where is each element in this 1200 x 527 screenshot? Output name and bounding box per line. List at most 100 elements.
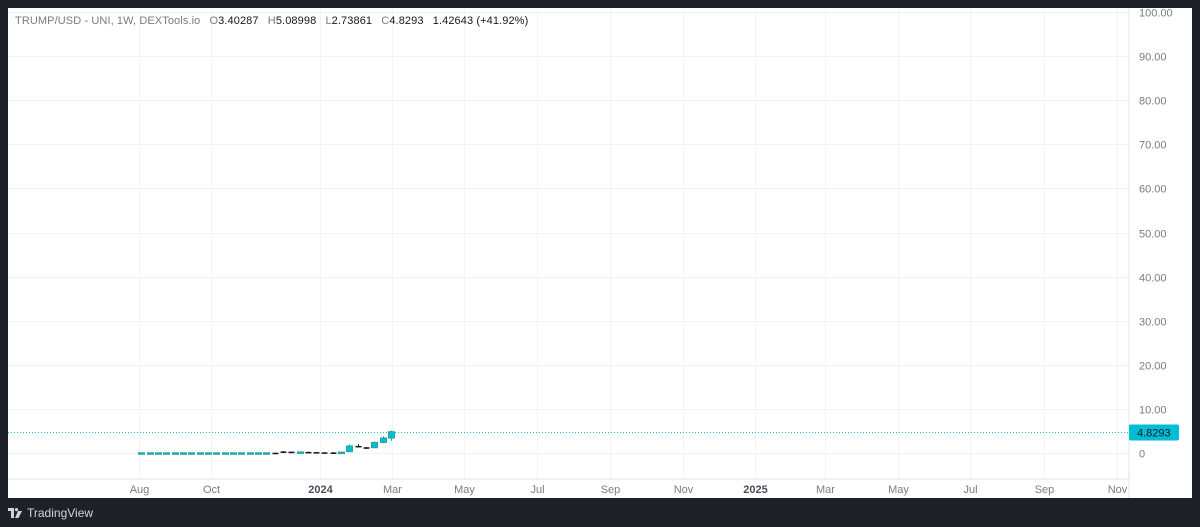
candle-body: [213, 452, 220, 455]
candle-body: [280, 451, 287, 453]
candle-body: [313, 452, 320, 454]
y-tick-label: 20.00: [1139, 361, 1167, 373]
candle-body: [255, 452, 262, 455]
candle[interactable]: [155, 452, 162, 455]
y-tick-label: 60.00: [1139, 184, 1167, 196]
last-price-tag: 4.8293: [1129, 424, 1179, 441]
legend-open-label: O: [209, 15, 219, 27]
y-tick-label: 0: [1139, 449, 1145, 461]
candle-body: [163, 452, 170, 455]
candle[interactable]: [263, 452, 270, 455]
candle[interactable]: [388, 430, 395, 441]
candle-body: [305, 451, 312, 454]
y-tick-label: 100.00: [1139, 8, 1173, 20]
candle-body: [330, 452, 337, 454]
candle[interactable]: [205, 452, 212, 455]
candle-body: [238, 452, 245, 455]
candle[interactable]: [163, 452, 170, 455]
legend-change: 1.42643 (+41.92%): [432, 15, 529, 27]
candle[interactable]: [321, 452, 328, 454]
x-tick-label: Oct: [203, 484, 220, 496]
candle-body: [363, 447, 370, 449]
y-axis[interactable]: 100.00 90.00 80.00 70.00 60.00 50.00 40.00 30.0…: [1139, 8, 1173, 461]
candle[interactable]: [288, 451, 295, 454]
candle-body: [371, 441, 378, 449]
candle-body: [263, 452, 270, 455]
candle-body: [338, 451, 345, 455]
x-tick-label: 2024: [308, 484, 333, 496]
candle-body: [188, 452, 195, 455]
candle[interactable]: [247, 452, 254, 455]
candle-body: [272, 452, 279, 455]
candles[interactable]: [138, 430, 395, 455]
candle[interactable]: [172, 452, 179, 455]
y-tick-label: 50.00: [1139, 229, 1167, 241]
price-chart[interactable]: 100.00 90.00 80.00 70.00 60.00 50.00 40.00 30.0…: [8, 8, 1192, 498]
candle[interactable]: [180, 452, 187, 455]
branding-footer: TradingView: [8, 502, 93, 524]
chart-area[interactable]: 100.00 90.00 80.00 70.00 60.00 50.00 40.00 30.0…: [8, 8, 1192, 498]
candle[interactable]: [138, 452, 145, 455]
x-tick-label: May: [888, 484, 909, 496]
candle[interactable]: [346, 444, 353, 453]
x-tick-label: 2025: [743, 484, 767, 496]
candle[interactable]: [197, 452, 204, 455]
candle[interactable]: [188, 452, 195, 455]
candle[interactable]: [380, 436, 387, 444]
candle[interactable]: [297, 451, 304, 454]
x-tick-label: Nov: [674, 484, 694, 496]
x-tick-label: Sep: [1035, 484, 1055, 496]
candle[interactable]: [255, 452, 262, 455]
candle[interactable]: [272, 452, 279, 455]
grid: [8, 8, 1129, 479]
candle[interactable]: [147, 452, 154, 455]
chart-legend: TRUMP/USD - UNI, 1W, DEXTools.io O3.4028…: [15, 15, 528, 27]
candle[interactable]: [230, 452, 237, 455]
legend-symbol: TRUMP/USD - UNI, 1W, DEXTools.io: [15, 15, 201, 27]
x-tick-label: May: [454, 484, 475, 496]
tradingview-logo-icon: [8, 508, 22, 518]
candle[interactable]: [313, 451, 320, 454]
candle-body: [222, 452, 229, 455]
candle-body: [230, 452, 237, 455]
candle-body: [147, 452, 154, 455]
y-tick-label: 10.00: [1139, 405, 1167, 417]
candle-body: [380, 437, 387, 443]
y-tick-label: 40.00: [1139, 273, 1167, 285]
branding-name: TradingView: [27, 506, 94, 520]
candle[interactable]: [222, 452, 229, 455]
x-tick-label: Jul: [530, 484, 544, 496]
candle-body: [180, 452, 187, 455]
candle[interactable]: [371, 441, 378, 449]
x-axis[interactable]: Aug Oct 2024 Mar May Jul Sep Nov 2025 Mar May Jul Se…: [130, 484, 1128, 496]
legend-low-value: 2.73861: [331, 15, 373, 27]
candle-body: [197, 452, 204, 455]
x-tick-label: Mar: [816, 484, 835, 496]
x-tick-label: Nov: [1108, 484, 1128, 496]
x-tick-label: Sep: [601, 484, 621, 496]
candle[interactable]: [355, 444, 362, 448]
candle-body: [355, 445, 362, 448]
candle-body: [172, 452, 179, 455]
candle-body: [346, 445, 353, 453]
candle[interactable]: [213, 452, 220, 455]
x-tick-label: Jul: [963, 484, 977, 496]
candle-body: [288, 451, 295, 454]
candle-body: [388, 431, 395, 439]
candle[interactable]: [363, 446, 370, 450]
candle[interactable]: [330, 452, 337, 454]
candle-body: [155, 452, 162, 455]
y-tick-label: 90.00: [1139, 52, 1167, 64]
candle-body: [138, 452, 145, 455]
candle[interactable]: [338, 451, 345, 455]
legend-high-label: H: [267, 15, 276, 27]
candle-body: [247, 452, 254, 455]
candle-body: [321, 452, 328, 454]
y-tick-label: 30.00: [1139, 317, 1167, 329]
x-tick-label: Aug: [130, 484, 150, 496]
y-tick-label: 80.00: [1139, 96, 1167, 108]
candle-body: [205, 452, 212, 455]
candle[interactable]: [280, 451, 287, 453]
candle[interactable]: [238, 452, 245, 455]
candle[interactable]: [305, 451, 312, 454]
